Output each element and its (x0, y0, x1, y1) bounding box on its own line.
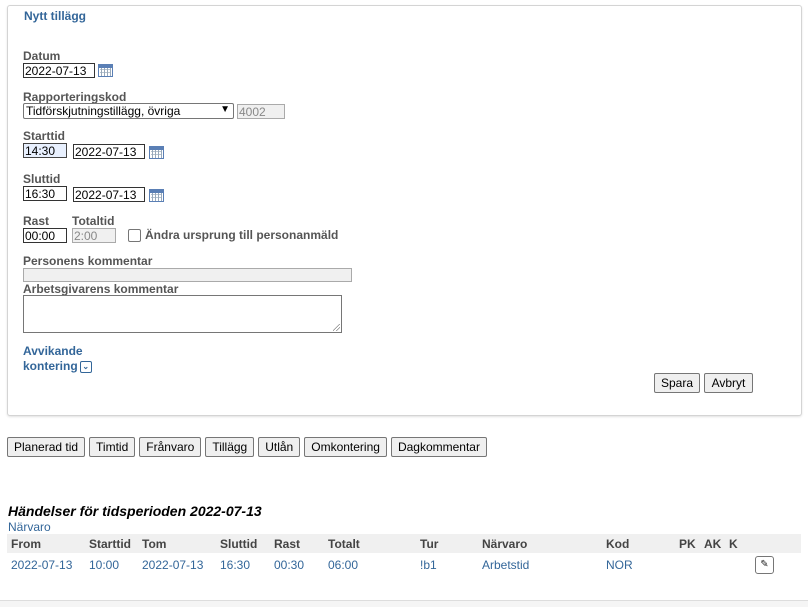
cell-totalt: 06:00 (328, 558, 359, 572)
andra-ursprung-checkbox[interactable] (128, 229, 141, 242)
resize-handle-icon[interactable] (333, 324, 340, 331)
tab-tillagg[interactable]: Tillägg (205, 437, 255, 457)
datum-label: Datum (23, 49, 61, 63)
save-button[interactable]: Spara (654, 373, 700, 393)
cell-from: 2022-07-13 (11, 558, 73, 572)
column-header: AK (704, 537, 722, 551)
chevron-down-icon: ▼ (220, 104, 230, 115)
column-header: From (11, 537, 41, 551)
edit-row-button[interactable]: ✎ (755, 556, 774, 574)
avvikande-kontering-line1: Avvikande (23, 344, 83, 358)
starttid-label: Starttid (23, 129, 65, 143)
totaltid-label: Totaltid (72, 214, 115, 228)
column-header: PK (679, 537, 696, 551)
column-header: K (729, 537, 738, 551)
datum-input[interactable]: 2022-07-13 (23, 63, 95, 78)
rapporteringskod-selected: Tidförskjutningstillägg, övriga (26, 104, 181, 118)
avvikande-kontering-link[interactable]: Avvikande kontering ⌄ (23, 344, 92, 374)
rapporteringskod-label: Rapporteringskod (23, 90, 127, 104)
tab-omkontering[interactable]: Omkontering (304, 437, 387, 457)
sluttid-date-input[interactable]: 2022-07-13 (73, 187, 145, 202)
tab-planerad-tid[interactable]: Planerad tid (7, 437, 86, 457)
rapporteringskod-select[interactable]: Tidförskjutningstillägg, övriga ▼ (23, 103, 234, 119)
arbetsgivarens-kommentar-textarea[interactable] (23, 295, 342, 333)
column-header: Sluttid (220, 537, 258, 551)
arbetsgivarens-kommentar-label: Arbetsgivarens kommentar (23, 282, 179, 296)
tab-timtid[interactable]: Timtid (89, 437, 136, 457)
chevron-down-icon[interactable]: ⌄ (79, 360, 92, 373)
rast-label: Rast (23, 214, 50, 228)
starttid-date-input[interactable]: 2022-07-13 (73, 144, 145, 159)
cell-tur: !b1 (420, 558, 437, 572)
tab-dagkommentar[interactable]: Dagkommentar (390, 437, 487, 457)
tab-franvaro[interactable]: Frånvaro (139, 437, 202, 457)
cancel-button[interactable]: Avbryt (704, 373, 753, 393)
pencil-icon: ✎ (760, 559, 769, 570)
rapporteringskod-code: 4002 (237, 104, 285, 119)
cell-narvaro: Arbetstid (482, 558, 530, 572)
column-header: Totalt (328, 537, 360, 551)
andra-ursprung-label: Ändra ursprung till personanmäld (145, 228, 339, 242)
column-header: Kod (606, 537, 630, 551)
table-header: From Starttid Tom Sluttid Rast Totalt Tu… (7, 534, 801, 553)
rast-input[interactable]: 00:00 (23, 228, 67, 243)
cell-starttid: 10:00 (89, 558, 120, 572)
cell-tom: 2022-07-13 (142, 558, 204, 572)
cell-sluttid: 16:30 (220, 558, 251, 572)
totaltid-value: 2:00 (72, 228, 116, 243)
avvikande-kontering-line2: kontering (23, 359, 78, 373)
starttid-time-input[interactable]: 14:30 (23, 143, 67, 158)
tab-bar: Planerad tid Timtid Frånvaro Tillägg Utl… (7, 437, 487, 457)
panel-title: Nytt tillägg (24, 9, 86, 23)
personens-kommentar-label: Personens kommentar (23, 254, 153, 268)
cell-rast: 00:30 (274, 558, 305, 572)
column-header: Tur (420, 537, 439, 551)
cell-kod: NOR (606, 558, 633, 572)
sluttid-label: Sluttid (23, 172, 61, 186)
sluttid-time-input[interactable]: 16:30 (23, 186, 67, 201)
events-title: Händelser för tidsperioden 2022-07-13 (8, 503, 262, 519)
tab-utlan[interactable]: Utlån (258, 437, 301, 457)
column-header: Närvaro (482, 537, 528, 551)
new-addition-panel: Nytt tillägg Datum 2022-07-13 Rapporteri… (7, 5, 802, 416)
column-header: Rast (274, 537, 301, 551)
column-header: Tom (142, 537, 167, 551)
calendar-icon[interactable] (149, 146, 164, 159)
calendar-icon[interactable] (98, 64, 113, 77)
calendar-icon[interactable] (149, 189, 164, 202)
column-header: Starttid (89, 537, 131, 551)
personens-kommentar-field (23, 268, 352, 282)
events-subtitle: Närvaro (8, 520, 51, 534)
